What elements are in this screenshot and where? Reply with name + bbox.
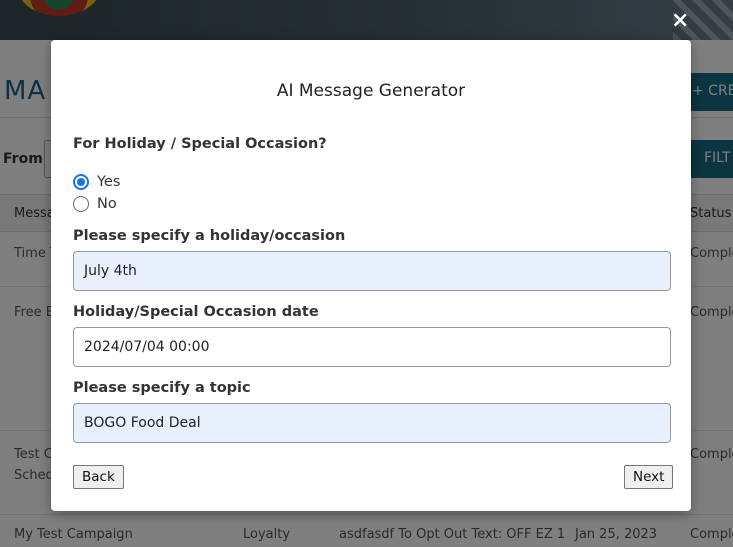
ai-message-generator-dialog: AI Message Generator For Holiday / Speci… [51,40,691,511]
radio-option-yes[interactable]: Yes [73,174,120,190]
radio-label-yes: Yes [97,174,121,190]
occasion-date-input[interactable]: 2024/07/04 00:00 [73,327,671,367]
topic-label: Please specify a topic [73,380,251,396]
radio-unchecked-icon[interactable] [73,196,89,212]
topic-input[interactable]: BOGO Food Deal [73,403,671,443]
radio-option-no[interactable]: No [73,196,117,212]
dialog-title: AI Message Generator [276,81,466,101]
occasion-label: Please specify a holiday/occasion [73,228,346,244]
radio-label-no: No [97,196,117,212]
date-label: Holiday/Special Occasion date [73,304,319,320]
radio-checked-icon[interactable] [73,174,89,190]
holiday-question: For Holiday / Special Occasion? [73,136,327,152]
back-button[interactable]: Back [73,465,124,489]
next-button[interactable]: Next [624,465,674,489]
close-icon[interactable]: × [671,8,689,34]
occasion-input[interactable]: July 4th [73,251,671,291]
